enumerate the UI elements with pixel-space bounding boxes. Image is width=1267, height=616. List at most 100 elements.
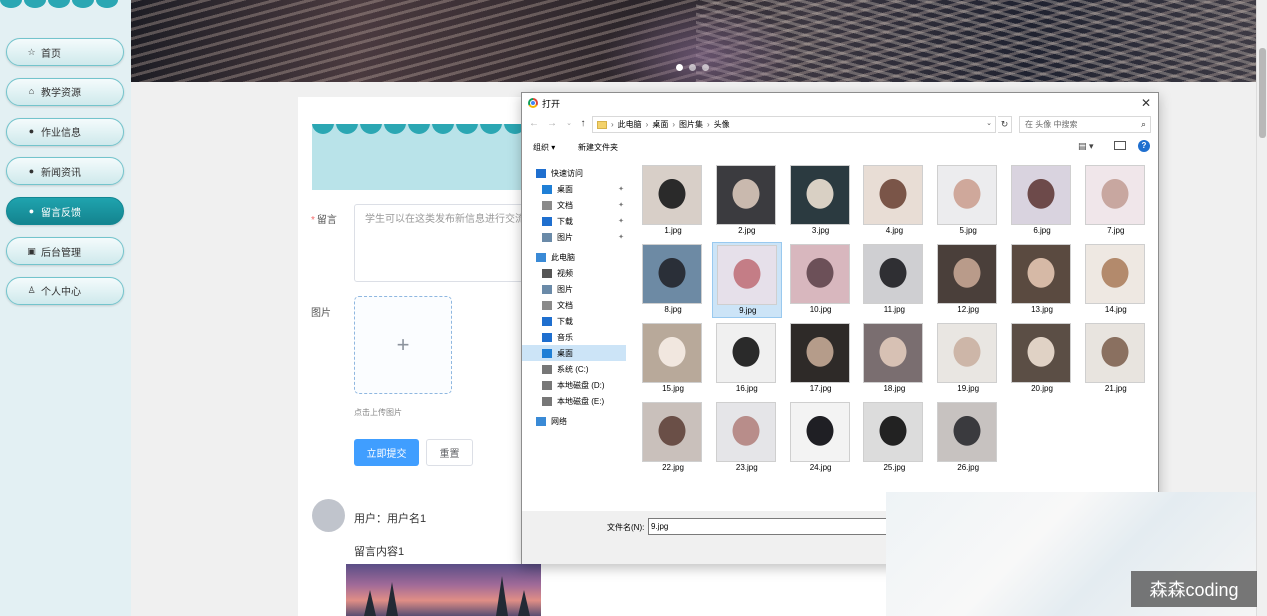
file-thumbnail[interactable]: 6.jpg: [1007, 163, 1077, 239]
view-options-icon[interactable]: ▤ ▾: [1078, 141, 1094, 152]
image-preview: [1084, 165, 1145, 225]
reset-button[interactable]: 重置: [426, 439, 473, 466]
organize-menu[interactable]: 组织 ▾: [533, 142, 555, 153]
comment-image: [346, 564, 541, 616]
nav-tree-item[interactable]: 视频: [522, 265, 626, 281]
filename-input[interactable]: 9.jpg: [648, 518, 888, 535]
nav-tree-item[interactable]: 文档 ✦: [522, 197, 626, 213]
sidebar-item[interactable]: ● 作业信息: [6, 117, 124, 146]
sidebar-item[interactable]: ▣ 后台管理: [6, 237, 124, 265]
file-thumbnail[interactable]: 25.jpg: [859, 400, 929, 476]
sidebar-item[interactable]: ☆ 首页: [6, 38, 124, 66]
carousel-dot[interactable]: [689, 64, 696, 71]
sidebar-item[interactable]: ● 新闻资讯: [6, 157, 124, 186]
nav-tree-item[interactable]: 下载: [522, 313, 626, 329]
nav-tree-label: 本地磁盘 (E:): [557, 396, 605, 406]
breadcrumb-item[interactable]: 桌面: [652, 119, 668, 130]
dialog-titlebar[interactable]: 打开 ✕: [522, 93, 1158, 113]
nav-tree-item[interactable]: 本地磁盘 (D:): [522, 377, 626, 393]
breadcrumb-item[interactable]: 头像: [714, 119, 730, 130]
new-folder-button[interactable]: 新建文件夹: [578, 142, 618, 153]
image-preview: [642, 165, 702, 225]
file-thumbnail[interactable]: 3.jpg: [786, 163, 856, 239]
file-thumbnail[interactable]: 9.jpg: [711, 242, 782, 318]
carousel-dot[interactable]: [676, 64, 683, 71]
file-thumbnail[interactable]: 20.jpg: [1007, 321, 1077, 397]
nav-tree-item[interactable]: 本地磁盘 (E:): [522, 393, 626, 409]
file-thumbnail[interactable]: 14.jpg: [1081, 242, 1151, 318]
nav-tree-item[interactable]: 桌面 ✦: [522, 181, 626, 197]
file-thumbnail[interactable]: 1.jpg: [638, 163, 708, 239]
file-thumbnail[interactable]: 17.jpg: [786, 321, 856, 397]
file-thumbnail[interactable]: 21.jpg: [1081, 321, 1151, 397]
message-textarea[interactable]: 学生可以在这类发布新信息进行交流分: [354, 204, 524, 282]
chevron-down-icon[interactable]: ⌄: [986, 119, 992, 127]
preview-pane-icon[interactable]: [1114, 141, 1126, 150]
file-thumbnail[interactable]: 23.jpg: [712, 400, 782, 476]
nav-tree-item[interactable]: 快速访问: [522, 165, 626, 181]
file-thumbnail[interactable]: 22.jpg: [638, 400, 708, 476]
sidebar-item-label: 教学资源: [41, 88, 81, 100]
refresh-icon[interactable]: ↻: [998, 116, 1012, 133]
nav-tree-item[interactable]: 系统 (C:): [522, 361, 626, 377]
home-icon: ⌂: [28, 86, 35, 97]
recent-chevron-icon[interactable]: ⌄: [563, 117, 575, 131]
page-scrollbar[interactable]: [1256, 0, 1267, 616]
file-thumbnail[interactable]: 5.jpg: [933, 163, 1003, 239]
file-thumbnail[interactable]: 13.jpg: [1007, 242, 1077, 318]
file-name: 23.jpg: [735, 463, 758, 472]
file-thumbnail[interactable]: 10.jpg: [786, 242, 856, 318]
file-thumbnail[interactable]: 18.jpg: [859, 321, 929, 397]
file-thumbnail[interactable]: 19.jpg: [933, 321, 1003, 397]
nav-tree-item[interactable]: 桌面: [522, 345, 626, 361]
file-thumbnail[interactable]: 26.jpg: [933, 400, 1003, 476]
scrollbar-thumb[interactable]: [1259, 48, 1266, 138]
submit-button[interactable]: 立即提交: [354, 439, 419, 466]
image-preview: [642, 323, 702, 383]
nav-tree-item[interactable]: 此电脑: [522, 249, 626, 265]
image-preview: [1084, 244, 1145, 304]
back-arrow-icon[interactable]: ←: [528, 117, 540, 131]
file-thumbnail[interactable]: 12.jpg: [933, 242, 1003, 318]
sidebar-item[interactable]: ⌂ 教学资源: [6, 77, 124, 106]
file-thumbnail[interactable]: 15.jpg: [638, 321, 708, 397]
file-thumbnail[interactable]: 2.jpg: [712, 163, 782, 239]
nav-tree-item[interactable]: 下载 ✦: [522, 213, 626, 229]
forward-arrow-icon[interactable]: →: [546, 117, 558, 131]
image-preview: [1084, 323, 1145, 383]
help-icon[interactable]: ?: [1138, 140, 1150, 152]
nav-tree-item[interactable]: 网络: [522, 413, 626, 429]
breadcrumb-item[interactable]: 此电脑: [618, 119, 642, 130]
file-name: 18.jpg: [883, 384, 906, 393]
carousel-dot[interactable]: [702, 64, 709, 71]
file-thumbnail[interactable]: 7.jpg: [1081, 163, 1151, 239]
nav-tree-item[interactable]: 图片 ✦: [522, 229, 626, 245]
drive-icon: [542, 380, 552, 390]
nav-tree-item[interactable]: 音乐: [522, 329, 626, 345]
file-thumbnail[interactable]: 11.jpg: [859, 242, 929, 318]
file-thumbnail[interactable]: 24.jpg: [786, 400, 856, 476]
download-icon: [542, 316, 552, 326]
file-thumbnail[interactable]: 8.jpg: [638, 242, 708, 318]
upload-hint: 点击上传图片: [354, 408, 402, 417]
sidebar-item[interactable]: ● 留言反馈: [6, 197, 124, 226]
nav-tree-label: 音乐: [557, 332, 573, 342]
carousel-indicators[interactable]: [676, 64, 709, 71]
nav-tree-item[interactable]: 文档: [522, 297, 626, 313]
address-bar[interactable]: › 此电脑 › 桌面 › 图片集 › 头像 ⌄: [592, 116, 996, 133]
network-icon: [536, 416, 546, 426]
image-upload-button[interactable]: +: [354, 296, 452, 394]
search-input[interactable]: 在 头像 中搜索 ⌕: [1019, 116, 1151, 133]
breadcrumb-item[interactable]: 图片集: [679, 119, 703, 130]
file-thumbnail[interactable]: 4.jpg: [859, 163, 929, 239]
close-icon[interactable]: ✕: [1138, 95, 1154, 111]
nav-tree-item[interactable]: 图片: [522, 281, 626, 297]
image-preview: [1011, 244, 1071, 304]
sidebar-item-label: 首页: [41, 48, 61, 60]
file-thumbnail[interactable]: 16.jpg: [712, 321, 782, 397]
desktop-icon: [542, 184, 552, 194]
sidebar-item[interactable]: ♙ 个人中心: [6, 276, 124, 305]
document-icon: [542, 300, 552, 310]
nav-tree-label: 桌面: [557, 184, 573, 194]
up-arrow-icon[interactable]: ↑: [577, 117, 589, 131]
